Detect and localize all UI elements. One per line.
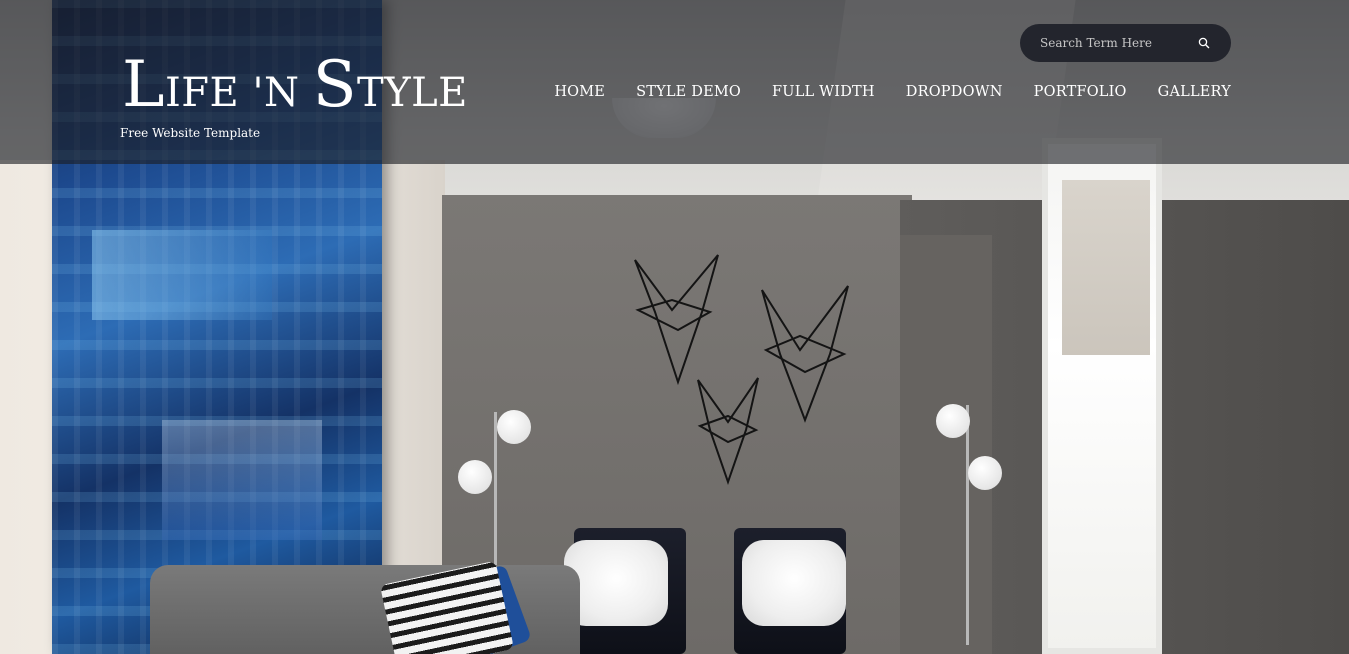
wire-sculptures [634,254,849,486]
nav-item-full-width[interactable]: FULL WIDTH [741,84,875,100]
nav-item-style-demo[interactable]: STYLE DEMO [605,84,741,100]
search-input[interactable] [1040,34,1200,52]
site-title-part: S [312,48,358,122]
site-title-part: IFE 'N [165,70,313,116]
lamp-globe [968,456,1002,490]
floor-lamp-pole [966,405,969,645]
site-logo[interactable]: LIFE 'N STYLE [122,53,468,117]
lamp-globe [936,404,970,438]
nav-item-dropdown[interactable]: DROPDOWN [875,84,1003,100]
fur-pillow [742,540,846,626]
lamp-globe [458,460,492,494]
search-form [1020,24,1231,62]
site-tagline: Free Website Template [120,126,261,140]
window-blind [1062,180,1150,355]
site-header: LIFE 'N STYLE Free Website Template HOME… [0,0,1349,164]
nav-item-gallery[interactable]: GALLERY [1127,84,1231,100]
main-nav: HOME STYLE DEMO FULL WIDTH DROPDOWN PORT… [554,84,1231,100]
nav-item-portfolio[interactable]: PORTFOLIO [1003,84,1127,100]
wall-column [900,235,992,654]
site-title-part: L [122,48,165,122]
search-icon[interactable] [1196,35,1212,51]
nav-item-home[interactable]: HOME [554,84,605,100]
site-title-part: TYLE [357,70,468,116]
lamp-globe [497,410,531,444]
